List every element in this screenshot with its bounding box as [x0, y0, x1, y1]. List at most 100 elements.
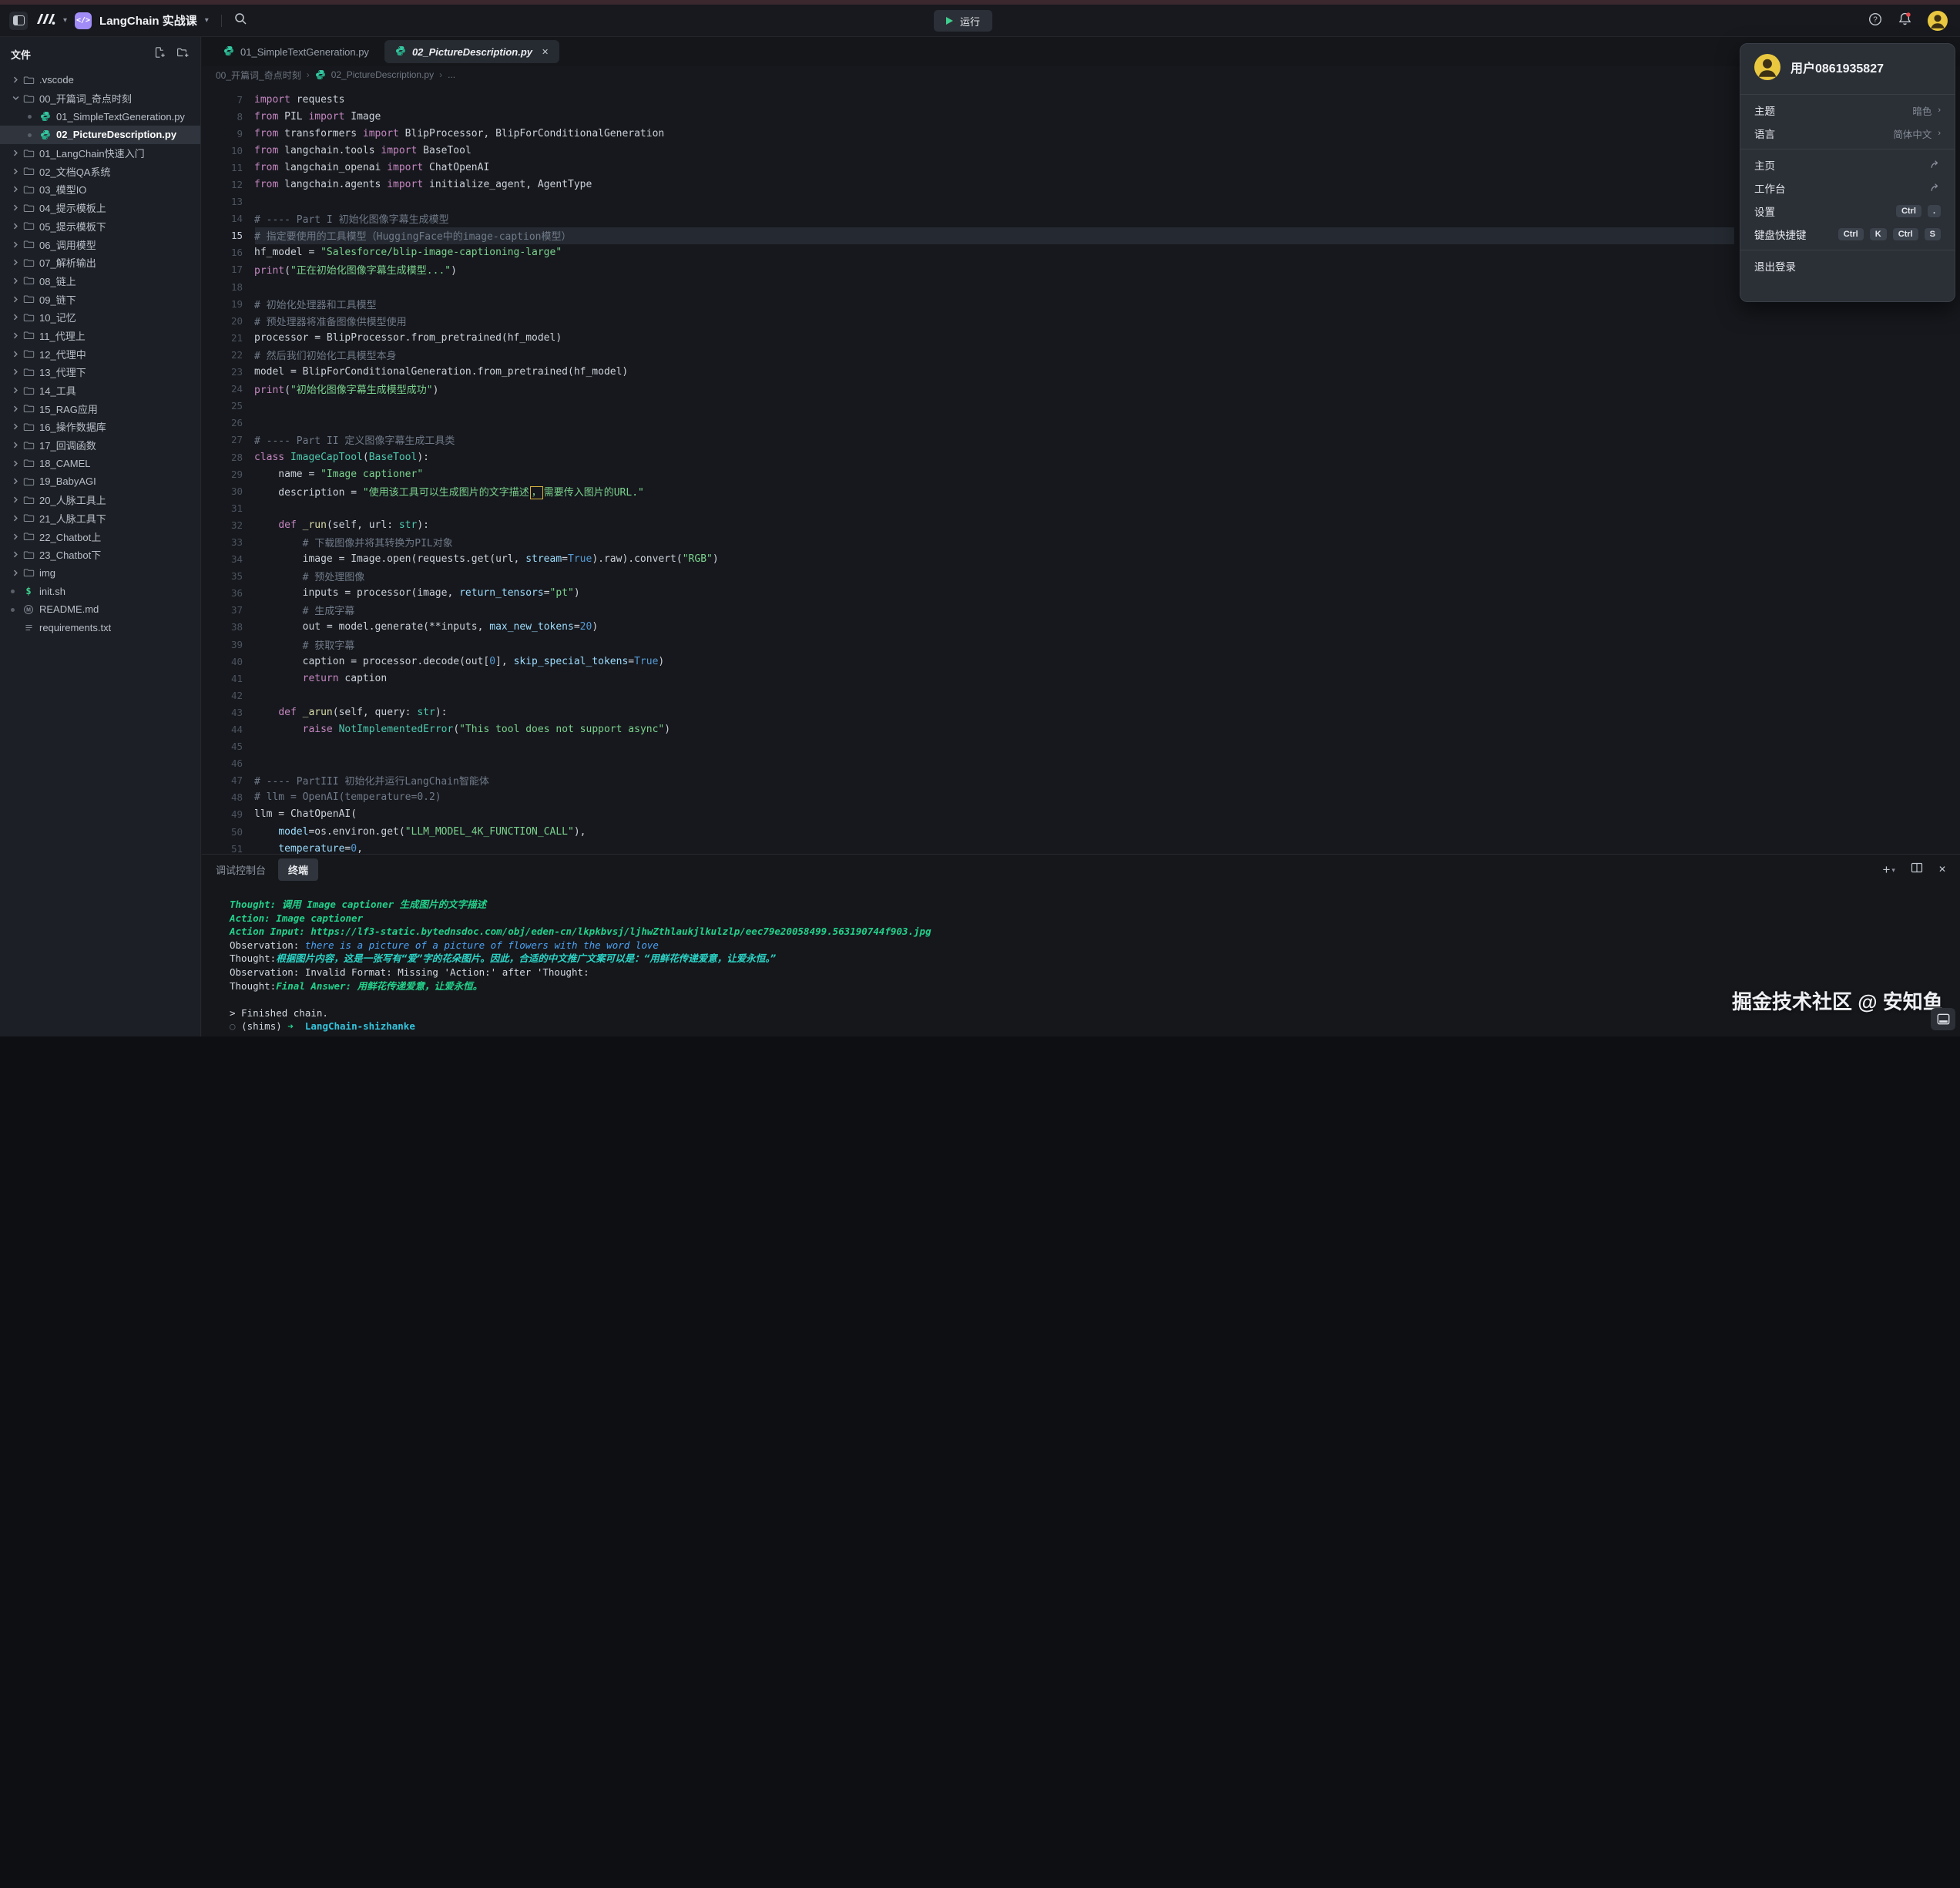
- code-line[interactable]: 50 model=os.environ.get("LLM_MODEL_4K_FU…: [202, 823, 1960, 840]
- sidebar-toggle-icon[interactable]: [9, 12, 28, 30]
- chevron-right-icon[interactable]: [9, 496, 22, 503]
- new-folder-icon[interactable]: [176, 46, 190, 62]
- editor-tab[interactable]: 02_PictureDescription.py✕: [384, 40, 559, 63]
- tree-item[interactable]: 14_工具: [0, 381, 200, 400]
- tree-item[interactable]: 17_回调函数: [0, 436, 200, 455]
- chevron-right-icon[interactable]: [9, 277, 22, 284]
- code-editor[interactable]: 7import requests8from PIL import Image9f…: [202, 88, 1960, 854]
- tree-item[interactable]: img: [0, 564, 200, 583]
- chevron-right-icon[interactable]: [9, 259, 22, 266]
- code-line[interactable]: 16hf_model = "Salesforce/blip-image-capt…: [202, 244, 1960, 261]
- chevron-right-icon[interactable]: [9, 186, 22, 193]
- tab-terminal[interactable]: 终端: [278, 858, 318, 881]
- code-line[interactable]: 12from langchain.agents import initializ…: [202, 176, 1960, 193]
- code-line-current[interactable]: 15# 指定要使用的工具模型（HuggingFace中的image-captio…: [202, 227, 1960, 244]
- tree-item[interactable]: MREADME.md: [0, 600, 200, 619]
- code-line[interactable]: 45: [202, 738, 1960, 755]
- code-line[interactable]: 47# ---- PartIII 初始化并运行LangChain智能体: [202, 772, 1960, 789]
- tree-item[interactable]: 04_提示模板上: [0, 199, 200, 217]
- code-line[interactable]: 13: [202, 193, 1960, 210]
- code-line[interactable]: 34 image = Image.open(requests.get(url, …: [202, 551, 1960, 568]
- close-tab-icon[interactable]: ✕: [542, 47, 549, 57]
- tree-item[interactable]: 21_人脉工具下: [0, 509, 200, 528]
- project-chevron-down-icon[interactable]: ▾: [205, 16, 209, 25]
- search-icon[interactable]: [234, 12, 247, 29]
- code-line[interactable]: 31: [202, 499, 1960, 516]
- code-line[interactable]: 33 # 下载图像并将其转换为PIL对象: [202, 533, 1960, 550]
- new-file-icon[interactable]: [153, 46, 166, 62]
- code-line[interactable]: 38 out = model.generate(**inputs, max_ne…: [202, 619, 1960, 636]
- tree-item[interactable]: 09_链下: [0, 290, 200, 308]
- user-menu-item[interactable]: 键盘快捷键CtrlKCtrlS: [1740, 223, 1955, 246]
- code-line[interactable]: 48# llm = OpenAI(temperature=0.2): [202, 789, 1960, 806]
- tree-item[interactable]: 01_LangChain快速入门: [0, 144, 200, 163]
- code-line[interactable]: 40 caption = processor.decode(out[0], sk…: [202, 653, 1960, 670]
- tree-item[interactable]: 23_Chatbot下: [0, 546, 200, 564]
- chevron-right-icon[interactable]: [9, 76, 22, 83]
- code-line[interactable]: 8from PIL import Image: [202, 108, 1960, 125]
- code-line[interactable]: 26: [202, 415, 1960, 432]
- new-terminal-chevron-icon[interactable]: ▾: [1891, 866, 1895, 874]
- tree-item[interactable]: requirements.txt: [0, 619, 200, 637]
- split-terminal-icon[interactable]: [1911, 862, 1923, 877]
- tree-item[interactable]: 12_代理中: [0, 344, 200, 363]
- chevron-right-icon[interactable]: [9, 460, 22, 467]
- chevron-right-icon[interactable]: [9, 351, 22, 358]
- tree-item[interactable]: 16_操作数据库: [0, 418, 200, 436]
- editor-tab[interactable]: 01_SimpleTextGeneration.py: [213, 40, 380, 63]
- tree-item[interactable]: 18_CAMEL: [0, 454, 200, 472]
- code-line[interactable]: 7import requests: [202, 91, 1960, 108]
- chevron-right-icon[interactable]: [9, 442, 22, 448]
- tree-item[interactable]: 02_PictureDescription.py: [0, 126, 200, 144]
- chevron-right-icon[interactable]: [9, 314, 22, 321]
- user-menu-item[interactable]: 工作台: [1740, 176, 1955, 200]
- terminal-output[interactable]: Thought: 调用 Image captioner 生成图片的文字描述Act…: [230, 898, 931, 1033]
- code-line[interactable]: 27# ---- Part II 定义图像字幕生成工具类: [202, 432, 1960, 448]
- breadcrumb-item[interactable]: 00_开篇词_奇点时刻: [216, 69, 301, 82]
- code-line[interactable]: 46: [202, 755, 1960, 772]
- tree-item[interactable]: 08_链上: [0, 272, 200, 291]
- tree-item[interactable]: $init.sh: [0, 582, 200, 600]
- chevron-right-icon[interactable]: [9, 478, 22, 485]
- breadcrumb[interactable]: 00_开篇词_奇点时刻›02_PictureDescription.py›...: [202, 66, 1960, 83]
- code-line[interactable]: 39 # 获取字幕: [202, 636, 1960, 653]
- code-line[interactable]: 42: [202, 687, 1960, 704]
- code-line[interactable]: 41 return caption: [202, 670, 1960, 687]
- user-menu-item[interactable]: 主题暗色›: [1740, 99, 1955, 122]
- code-line[interactable]: 21processor = BlipProcessor.from_pretrai…: [202, 329, 1960, 346]
- tree-item[interactable]: 03_模型IO: [0, 180, 200, 199]
- help-icon[interactable]: ?: [1868, 12, 1882, 30]
- code-line[interactable]: 29 name = "Image captioner": [202, 465, 1960, 482]
- code-line[interactable]: 43 def _arun(self, query: str):: [202, 704, 1960, 721]
- code-line[interactable]: 25: [202, 398, 1960, 415]
- user-avatar[interactable]: [1928, 11, 1948, 31]
- code-line[interactable]: 19# 初始化处理器和工具模型: [202, 295, 1960, 312]
- user-menu-item[interactable]: 设置Ctrl.: [1740, 200, 1955, 223]
- code-line[interactable]: 32 def _run(self, url: str):: [202, 516, 1960, 533]
- code-line[interactable]: 11from langchain_openai import ChatOpenA…: [202, 159, 1960, 176]
- chevron-right-icon[interactable]: [9, 533, 22, 540]
- code-line[interactable]: 30 description = "使用该工具可以生成图片的文字描述，需要传入图…: [202, 482, 1960, 499]
- chevron-right-icon[interactable]: [9, 569, 22, 576]
- chevron-right-icon[interactable]: [9, 515, 22, 522]
- tree-item[interactable]: 20_人脉工具上: [0, 491, 200, 509]
- code-line[interactable]: 23model = BlipForConditionalGeneration.f…: [202, 364, 1960, 381]
- chevron-right-icon[interactable]: [9, 405, 22, 412]
- chevron-right-icon[interactable]: [9, 368, 22, 375]
- user-menu-item[interactable]: 主页: [1740, 153, 1955, 176]
- close-panel-icon[interactable]: ✕: [1938, 864, 1946, 875]
- breadcrumb-item[interactable]: 02_PictureDescription.py: [331, 69, 434, 80]
- chevron-right-icon[interactable]: [9, 241, 22, 248]
- code-line[interactable]: 9from transformers import BlipProcessor,…: [202, 125, 1960, 142]
- code-line[interactable]: 24print("初始化图像字幕生成模型成功"): [202, 381, 1960, 398]
- code-line[interactable]: 28class ImageCapTool(BaseTool):: [202, 448, 1960, 465]
- breadcrumb-item[interactable]: ...: [448, 69, 455, 80]
- chevron-down-icon[interactable]: [9, 95, 22, 102]
- code-line[interactable]: 22# 然后我们初始化工具模型本身: [202, 346, 1960, 363]
- code-line[interactable]: 10from langchain.tools import BaseTool: [202, 142, 1960, 159]
- code-line[interactable]: 18: [202, 278, 1960, 295]
- tree-item[interactable]: 15_RAG应用: [0, 399, 200, 418]
- marscode-logo-icon[interactable]: [35, 12, 55, 29]
- chevron-right-icon[interactable]: [9, 296, 22, 303]
- tree-item[interactable]: 05_提示模板下: [0, 217, 200, 236]
